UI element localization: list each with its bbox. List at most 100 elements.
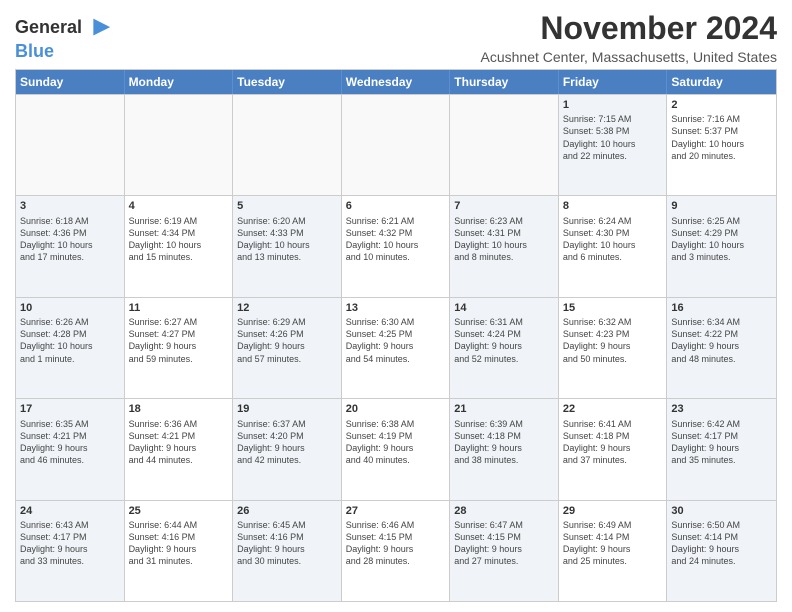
day-number-18: 18 <box>129 402 229 416</box>
day-info-10: Sunrise: 6:26 AM Sunset: 4:28 PM Dayligh… <box>20 316 120 365</box>
day-info-5: Sunrise: 6:20 AM Sunset: 4:33 PM Dayligh… <box>237 215 337 264</box>
day-number-25: 25 <box>129 504 229 518</box>
day-number-23: 23 <box>671 402 772 416</box>
day-info-2: Sunrise: 7:16 AM Sunset: 5:37 PM Dayligh… <box>671 113 772 162</box>
day-info-1: Sunrise: 7:15 AM Sunset: 5:38 PM Dayligh… <box>563 113 663 162</box>
cal-cell-empty <box>450 95 559 195</box>
logo-icon <box>84 14 112 42</box>
day-info-12: Sunrise: 6:29 AM Sunset: 4:26 PM Dayligh… <box>237 316 337 365</box>
day-info-9: Sunrise: 6:25 AM Sunset: 4:29 PM Dayligh… <box>671 215 772 264</box>
day-number-30: 30 <box>671 504 772 518</box>
day-info-26: Sunrise: 6:45 AM Sunset: 4:16 PM Dayligh… <box>237 519 337 568</box>
day-info-24: Sunrise: 6:43 AM Sunset: 4:17 PM Dayligh… <box>20 519 120 568</box>
header-thursday: Thursday <box>450 70 559 94</box>
day-info-27: Sunrise: 6:46 AM Sunset: 4:15 PM Dayligh… <box>346 519 446 568</box>
calendar-week-5: 24Sunrise: 6:43 AM Sunset: 4:17 PM Dayli… <box>16 500 776 601</box>
cal-cell-day-20: 20 Sunrise: 6:38 AM Sunset: 4:19 PM Dayli… <box>342 399 451 499</box>
day-number-5: 5 <box>237 199 337 213</box>
cal-cell-day-4: 4Sunrise: 6:19 AM Sunset: 4:34 PM Daylig… <box>125 196 234 296</box>
day-info-22: Sunrise: 6:41 AM Sunset: 4:18 PM Dayligh… <box>563 418 663 467</box>
cal-cell-day-9: 9 Sunrise: 6:25 AM Sunset: 4:29 PM Daylig… <box>667 196 776 296</box>
logo-text-line2: Blue <box>15 42 112 62</box>
cal-cell-day-23: 23 Sunrise: 6:42 AM Sunset: 4:17 PM Dayli… <box>667 399 776 499</box>
cal-cell-day-16: 16Sunrise: 6:34 AM Sunset: 4:22 PM Dayli… <box>667 298 776 398</box>
day-number-26: 26 <box>237 504 337 518</box>
day-number-13: 13 <box>346 301 446 315</box>
day-info-3: Sunrise: 6:18 AM Sunset: 4:36 PM Dayligh… <box>20 215 120 264</box>
day-number-16: 16 <box>671 301 772 315</box>
calendar-body: 1Sunrise: 7:15 AM Sunset: 5:38 PM Daylig… <box>16 94 776 601</box>
day-info-28: Sunrise: 6:47 AM Sunset: 4:15 PM Dayligh… <box>454 519 554 568</box>
day-number-15: 15 <box>563 301 663 315</box>
month-title: November 2024 <box>481 10 778 47</box>
cal-cell-day-29: 29Sunrise: 6:49 AM Sunset: 4:14 PM Dayli… <box>559 501 668 601</box>
cal-cell-day-5: 5 Sunrise: 6:20 AM Sunset: 4:33 PM Daylig… <box>233 196 342 296</box>
day-number-24: 24 <box>20 504 120 518</box>
day-number-2: 2 <box>671 98 772 112</box>
day-info-15: Sunrise: 6:32 AM Sunset: 4:23 PM Dayligh… <box>563 316 663 365</box>
day-number-7: 7 <box>454 199 554 213</box>
calendar-week-1: 1Sunrise: 7:15 AM Sunset: 5:38 PM Daylig… <box>16 94 776 195</box>
day-number-17: 17 <box>20 402 120 416</box>
cal-cell-empty <box>16 95 125 195</box>
day-number-1: 1 <box>563 98 663 112</box>
day-number-6: 6 <box>346 199 446 213</box>
day-info-16: Sunrise: 6:34 AM Sunset: 4:22 PM Dayligh… <box>671 316 772 365</box>
header-saturday: Saturday <box>667 70 776 94</box>
cal-cell-day-7: 7 Sunrise: 6:23 AM Sunset: 4:31 PM Daylig… <box>450 196 559 296</box>
day-info-4: Sunrise: 6:19 AM Sunset: 4:34 PM Dayligh… <box>129 215 229 264</box>
cal-cell-day-15: 15Sunrise: 6:32 AM Sunset: 4:23 PM Dayli… <box>559 298 668 398</box>
cal-cell-day-3: 3 Sunrise: 6:18 AM Sunset: 4:36 PM Daylig… <box>16 196 125 296</box>
day-info-30: Sunrise: 6:50 AM Sunset: 4:14 PM Dayligh… <box>671 519 772 568</box>
day-info-20: Sunrise: 6:38 AM Sunset: 4:19 PM Dayligh… <box>346 418 446 467</box>
day-number-22: 22 <box>563 402 663 416</box>
day-number-21: 21 <box>454 402 554 416</box>
day-number-19: 19 <box>237 402 337 416</box>
logo: General Blue <box>15 14 112 62</box>
day-number-12: 12 <box>237 301 337 315</box>
day-info-23: Sunrise: 6:42 AM Sunset: 4:17 PM Dayligh… <box>671 418 772 467</box>
logo-text-line1: General <box>15 18 82 38</box>
day-info-21: Sunrise: 6:39 AM Sunset: 4:18 PM Dayligh… <box>454 418 554 467</box>
cal-cell-day-11: 11Sunrise: 6:27 AM Sunset: 4:27 PM Dayli… <box>125 298 234 398</box>
location: Acushnet Center, Massachusetts, United S… <box>481 49 778 65</box>
day-number-9: 9 <box>671 199 772 213</box>
day-info-7: Sunrise: 6:23 AM Sunset: 4:31 PM Dayligh… <box>454 215 554 264</box>
cal-cell-empty <box>233 95 342 195</box>
day-number-14: 14 <box>454 301 554 315</box>
calendar-header: Sunday Monday Tuesday Wednesday Thursday… <box>16 70 776 94</box>
cal-cell-day-14: 14Sunrise: 6:31 AM Sunset: 4:24 PM Dayli… <box>450 298 559 398</box>
calendar-week-4: 17 Sunrise: 6:35 AM Sunset: 4:21 PM Dayli… <box>16 398 776 499</box>
day-info-14: Sunrise: 6:31 AM Sunset: 4:24 PM Dayligh… <box>454 316 554 365</box>
cal-cell-empty <box>125 95 234 195</box>
cal-cell-day-18: 18 Sunrise: 6:36 AM Sunset: 4:21 PM Dayli… <box>125 399 234 499</box>
header-tuesday: Tuesday <box>233 70 342 94</box>
header-wednesday: Wednesday <box>342 70 451 94</box>
title-area: November 2024 Acushnet Center, Massachus… <box>481 10 778 65</box>
day-number-11: 11 <box>129 301 229 315</box>
day-number-8: 8 <box>563 199 663 213</box>
cal-cell-day-21: 21 Sunrise: 6:39 AM Sunset: 4:18 PM Dayli… <box>450 399 559 499</box>
cal-cell-day-19: 19 Sunrise: 6:37 AM Sunset: 4:20 PM Dayli… <box>233 399 342 499</box>
day-info-17: Sunrise: 6:35 AM Sunset: 4:21 PM Dayligh… <box>20 418 120 467</box>
day-number-29: 29 <box>563 504 663 518</box>
cal-cell-day-30: 30Sunrise: 6:50 AM Sunset: 4:14 PM Dayli… <box>667 501 776 601</box>
header-monday: Monday <box>125 70 234 94</box>
cal-cell-day-28: 28Sunrise: 6:47 AM Sunset: 4:15 PM Dayli… <box>450 501 559 601</box>
cal-cell-day-13: 13Sunrise: 6:30 AM Sunset: 4:25 PM Dayli… <box>342 298 451 398</box>
page: General Blue November 2024 Acushnet Cent… <box>0 0 792 612</box>
day-number-3: 3 <box>20 199 120 213</box>
header-friday: Friday <box>559 70 668 94</box>
cal-cell-day-25: 25Sunrise: 6:44 AM Sunset: 4:16 PM Dayli… <box>125 501 234 601</box>
day-info-29: Sunrise: 6:49 AM Sunset: 4:14 PM Dayligh… <box>563 519 663 568</box>
cal-cell-day-1: 1Sunrise: 7:15 AM Sunset: 5:38 PM Daylig… <box>559 95 668 195</box>
calendar: Sunday Monday Tuesday Wednesday Thursday… <box>15 69 777 602</box>
day-info-13: Sunrise: 6:30 AM Sunset: 4:25 PM Dayligh… <box>346 316 446 365</box>
day-info-19: Sunrise: 6:37 AM Sunset: 4:20 PM Dayligh… <box>237 418 337 467</box>
day-info-25: Sunrise: 6:44 AM Sunset: 4:16 PM Dayligh… <box>129 519 229 568</box>
day-info-8: Sunrise: 6:24 AM Sunset: 4:30 PM Dayligh… <box>563 215 663 264</box>
day-info-18: Sunrise: 6:36 AM Sunset: 4:21 PM Dayligh… <box>129 418 229 467</box>
day-number-20: 20 <box>346 402 446 416</box>
day-number-28: 28 <box>454 504 554 518</box>
cal-cell-day-12: 12Sunrise: 6:29 AM Sunset: 4:26 PM Dayli… <box>233 298 342 398</box>
